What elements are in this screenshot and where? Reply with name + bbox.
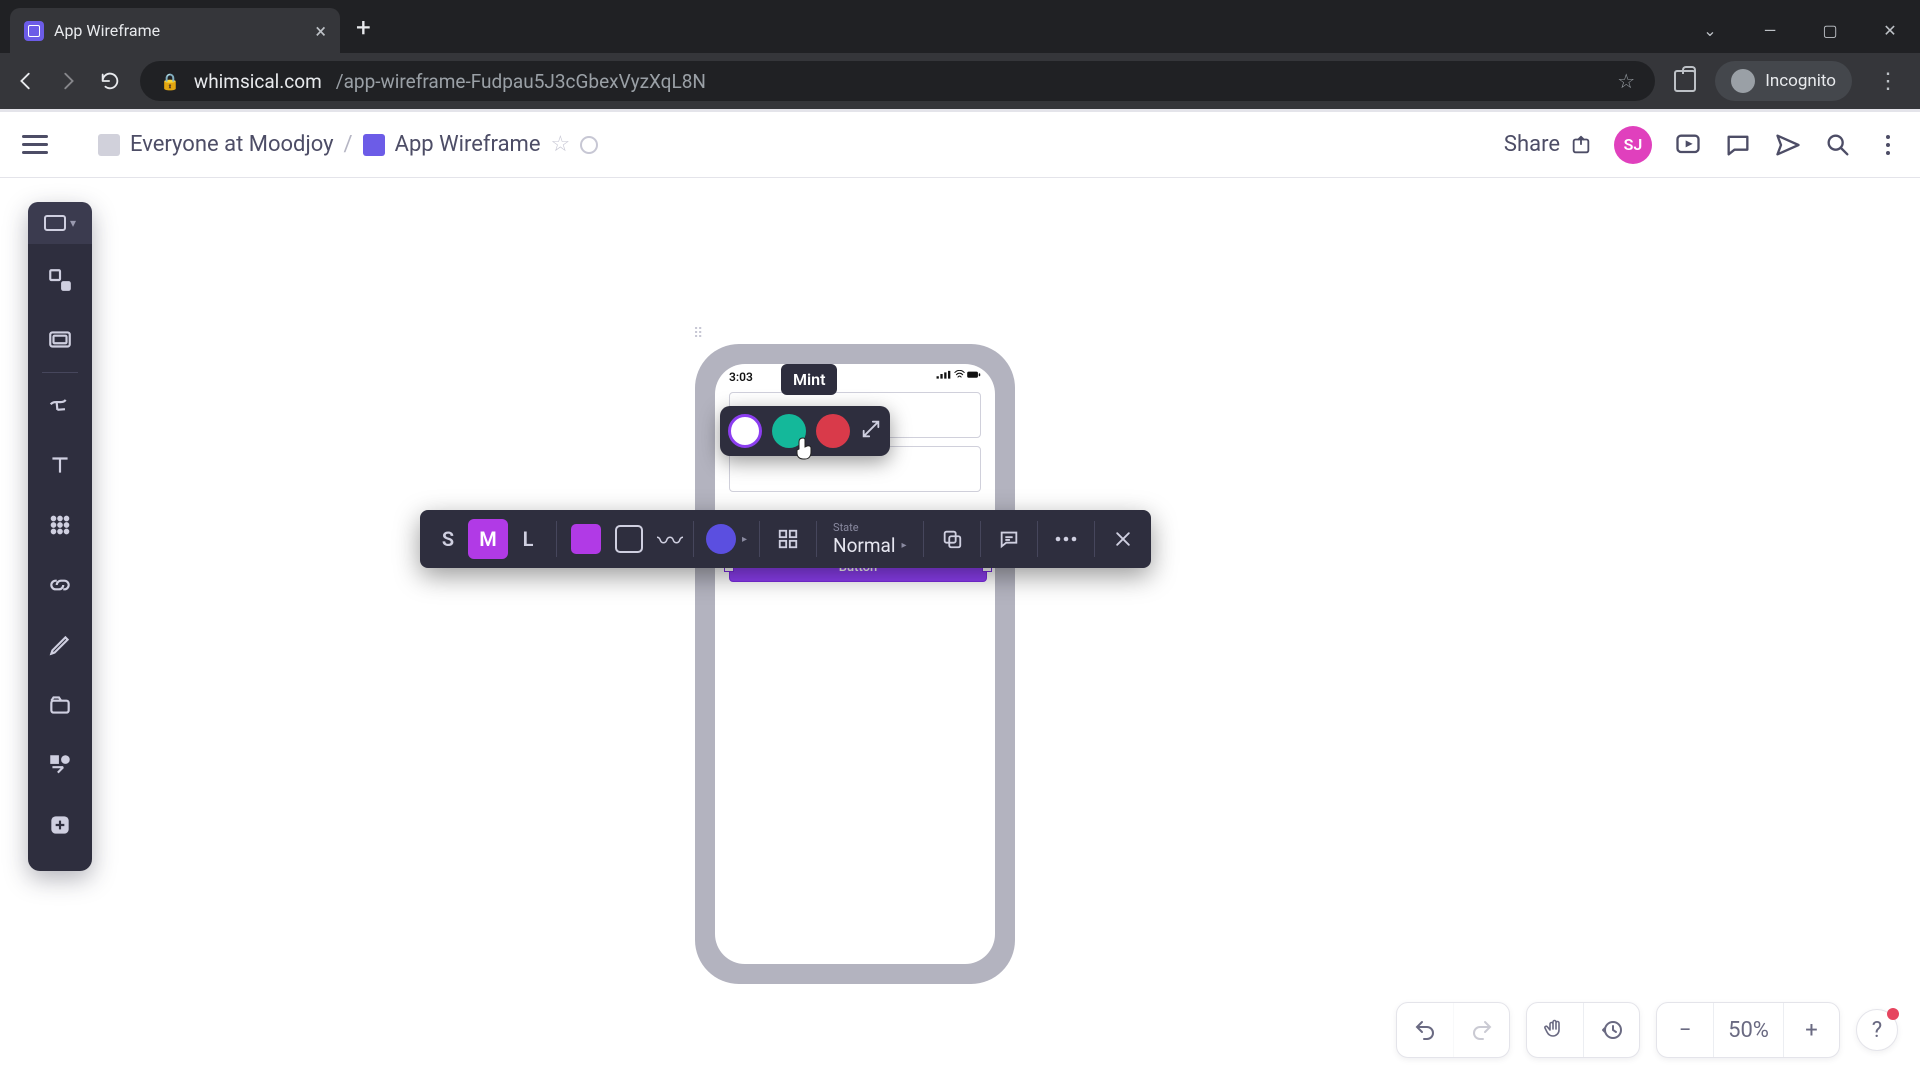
browser-tab[interactable]: App Wireframe × [10, 8, 340, 53]
color-popover [720, 406, 890, 456]
chevron-down-icon: ▸ [902, 540, 907, 551]
url-bar[interactable]: 🔒 whimsical.com/app-wireframe-Fudpau5J3c… [140, 61, 1655, 101]
incognito-icon [1731, 69, 1755, 93]
size-s[interactable]: S [428, 519, 468, 559]
send-icon[interactable] [1774, 131, 1802, 159]
window-close-icon[interactable]: ✕ [1860, 8, 1920, 53]
tab-search-icon[interactable]: ⌄ [1680, 8, 1740, 53]
back-icon[interactable] [14, 69, 38, 93]
fill-swatch[interactable] [571, 524, 601, 554]
workspace-icon [98, 134, 120, 156]
breadcrumb: Everyone at Moodjoy / App Wireframe ☆ [98, 132, 598, 157]
app-topbar: Everyone at Moodjoy / App Wireframe ☆ Sh… [0, 112, 1920, 178]
favorite-star-icon[interactable]: ☆ [551, 132, 571, 157]
color-tooltip: Mint [781, 364, 837, 395]
bottom-controls: − 50% + ? [1396, 1002, 1898, 1058]
doc-status-icon[interactable] [580, 136, 598, 154]
color-swatch-mint[interactable] [772, 414, 806, 448]
new-tab-button[interactable]: + [340, 13, 387, 53]
undo-icon[interactable] [1397, 1003, 1453, 1057]
canvas[interactable]: ⠿ 3:03 Button [0, 178, 1920, 1080]
color-swatch-red[interactable] [816, 414, 850, 448]
tab-close-icon[interactable]: × [315, 19, 326, 43]
drag-handle-icon[interactable]: ⠿ [693, 326, 705, 342]
comment-icon[interactable] [989, 519, 1029, 559]
zoom-out-icon[interactable]: − [1657, 1003, 1713, 1057]
history-pill [1396, 1002, 1510, 1058]
forward-icon [56, 69, 80, 93]
size-segment: S M L [428, 510, 548, 568]
outline-swatch[interactable] [615, 525, 643, 553]
tab-title: App Wireframe [54, 21, 160, 40]
url-host: whimsical.com [194, 70, 322, 93]
breadcrumb-org[interactable]: Everyone at Moodjoy [130, 132, 334, 157]
close-toolbar-icon[interactable] [1103, 519, 1143, 559]
incognito-label: Incognito [1765, 71, 1836, 91]
extensions-icon[interactable] [1673, 69, 1697, 93]
app-more-icon[interactable] [1874, 131, 1902, 159]
reload-icon[interactable] [98, 69, 122, 93]
incognito-badge[interactable]: Incognito [1715, 61, 1852, 101]
url-path: /app-wireframe-Fudpau5J3cGbexVyzXqL8N [336, 70, 706, 93]
state-value: Normal [833, 534, 895, 557]
lock-icon: 🔒 [160, 72, 180, 91]
browser-tab-strip: App Wireframe × + ⌄ — ▢ ✕ [0, 0, 1920, 53]
browser-menu-icon[interactable]: ⋮ [1870, 69, 1906, 94]
avatar[interactable]: SJ [1614, 126, 1652, 164]
breadcrumb-separator: / [344, 132, 353, 157]
layout-grid-icon[interactable] [768, 519, 808, 559]
top-actions: Share SJ [1504, 126, 1902, 164]
phone-status-bar: 3:03 [715, 364, 995, 386]
search-icon[interactable] [1824, 131, 1852, 159]
color-swatch-purple[interactable] [728, 414, 762, 448]
help-button[interactable]: ? [1856, 1009, 1898, 1051]
share-button[interactable]: Share [1504, 132, 1592, 157]
view-pill [1526, 1002, 1640, 1058]
color-picker-chevron-icon[interactable]: ▸ [742, 534, 747, 545]
doc-icon [363, 134, 385, 156]
size-m[interactable]: M [468, 519, 508, 559]
phone-time: 3:03 [729, 370, 753, 384]
window-controls: ⌄ — ▢ ✕ [1680, 8, 1920, 53]
expand-colors-icon[interactable] [860, 418, 882, 444]
style-squiggle-icon[interactable]: 〰 [657, 521, 679, 558]
zoom-pill: − 50% + [1656, 1002, 1840, 1058]
share-label: Share [1504, 132, 1560, 157]
breadcrumb-doc[interactable]: App Wireframe [395, 132, 541, 157]
bookmark-star-icon[interactable]: ☆ [1617, 69, 1635, 93]
size-l[interactable]: L [508, 519, 548, 559]
zoom-level[interactable]: 50% [1713, 1003, 1783, 1057]
state-dropdown[interactable]: State Normal ▸ [825, 521, 915, 557]
tab-favicon [24, 21, 44, 41]
color-picker-swatch[interactable] [706, 524, 736, 554]
hand-tool-icon[interactable] [1527, 1003, 1583, 1057]
browser-address-bar: 🔒 whimsical.com/app-wireframe-Fudpau5J3c… [0, 53, 1920, 109]
window-maximize-icon[interactable]: ▢ [1800, 8, 1860, 53]
app-root: Everyone at Moodjoy / App Wireframe ☆ Sh… [0, 112, 1920, 1080]
zoom-in-icon[interactable]: + [1783, 1003, 1839, 1057]
present-icon[interactable] [1674, 131, 1702, 159]
selection-toolbar: S M L 〰 ▸ State Normal ▸ [420, 510, 1151, 568]
more-icon[interactable] [1046, 519, 1086, 559]
window-minimize-icon[interactable]: — [1740, 8, 1800, 53]
state-label: State [833, 521, 907, 534]
duplicate-icon[interactable] [932, 519, 972, 559]
menu-icon[interactable] [18, 128, 52, 162]
comments-icon[interactable] [1724, 131, 1752, 159]
phone-status-icons [935, 370, 981, 384]
redo-icon [1453, 1003, 1509, 1057]
history-clock-icon[interactable] [1583, 1003, 1639, 1057]
